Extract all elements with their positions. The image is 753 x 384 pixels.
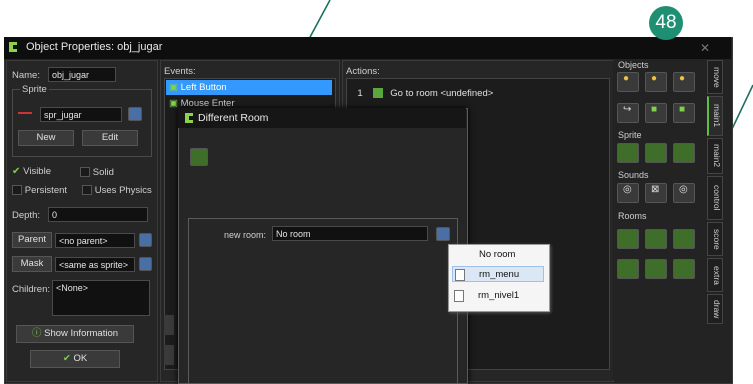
stop-sound-icon[interactable]: ⊠ <box>645 183 667 203</box>
dialog-arguments-box <box>188 218 458 384</box>
parent-button[interactable]: Parent <box>12 232 52 248</box>
gamemaker-logo-icon <box>185 113 193 123</box>
depth-field[interactable]: 0 <box>48 207 148 222</box>
ok-button[interactable]: ✔ OK <box>30 350 120 368</box>
name-field[interactable]: obj_jugar <box>48 67 116 82</box>
info-icon: ⓘ <box>31 328 42 339</box>
create-moving-icon[interactable]: ● <box>645 72 667 92</box>
next-room-icon[interactable] <box>645 229 667 249</box>
tab-main2[interactable]: main2 <box>707 138 723 174</box>
new-room-label: new room: <box>224 230 267 240</box>
dropdown-item-no-room[interactable]: No room <box>479 249 515 260</box>
solid-checkbox[interactable]: Solid <box>80 167 114 178</box>
sprite-browse-icon[interactable] <box>128 107 142 121</box>
sprite-group <box>12 89 152 157</box>
sprite-section-label: Sprite <box>618 130 642 140</box>
event-item-left-button[interactable]: ▣ Left Button <box>166 80 332 95</box>
mask-button[interactable]: Mask <box>12 256 52 272</box>
action-row[interactable]: 1 Go to room <undefined> <box>350 86 600 102</box>
change-instance-icon[interactable]: ↪ <box>617 103 639 123</box>
dialog-title-bar: Different Room <box>178 108 466 128</box>
mouse-icon: ▣ <box>169 82 178 93</box>
depth-label: Depth: <box>12 210 40 221</box>
destroy-at-position-icon[interactable]: ■ <box>673 103 695 123</box>
destroy-instance-icon[interactable]: ■ <box>645 103 667 123</box>
event-item-mouse-enter[interactable]: ▣ Mouse Enter <box>166 96 332 108</box>
create-instance-icon[interactable]: ● <box>617 72 639 92</box>
check-next-room-icon[interactable] <box>673 259 695 279</box>
edit-sprite-button[interactable]: Edit <box>82 130 138 146</box>
tab-move[interactable]: move <box>707 60 723 94</box>
checkmark-icon: ✔ <box>62 353 71 364</box>
window-title: Object Properties: obj_jugar <box>26 41 163 53</box>
event-scroll-stub <box>164 315 174 335</box>
play-sound-icon[interactable]: ◎ <box>617 183 639 203</box>
check-previous-room-icon[interactable] <box>645 259 667 279</box>
sprite-field[interactable]: spr_jugar <box>40 107 122 122</box>
sprite-preview-icon <box>18 112 34 116</box>
room-icon <box>372 88 383 99</box>
parent-browse-icon[interactable] <box>139 233 152 247</box>
tab-score[interactable]: score <box>707 222 723 256</box>
room-file-icon <box>455 269 465 281</box>
mouse-icon: ▣ <box>169 98 178 108</box>
dropdown-item-rm-nivel1[interactable]: rm_nivel1 <box>452 288 544 304</box>
mask-field[interactable]: <same as sprite> <box>55 257 135 272</box>
dialog-title: Different Room <box>198 112 269 124</box>
checkmark-icon: ✔ <box>12 166 21 177</box>
tab-draw[interactable]: draw <box>707 294 723 324</box>
title-bar: Object Properties: obj_jugar <box>4 37 731 59</box>
uses-physics-checkbox[interactable]: Uses Physics <box>82 185 152 196</box>
previous-room-icon[interactable] <box>617 229 639 249</box>
parent-field[interactable]: <no parent> <box>55 233 135 248</box>
room-file-icon <box>454 290 464 302</box>
transform-sprite-icon[interactable] <box>645 143 667 163</box>
step-badge: 48 <box>649 6 683 40</box>
rooms-section-label: Rooms <box>618 211 647 221</box>
room-action-icon <box>190 148 208 166</box>
events-header: Events: <box>164 66 196 77</box>
tab-control[interactable]: control <box>707 176 723 220</box>
restart-room-icon[interactable] <box>673 229 695 249</box>
color-sprite-icon[interactable] <box>673 143 695 163</box>
persistent-checkbox[interactable]: Persistent <box>12 185 67 196</box>
tab-extra[interactable]: extra <box>707 258 723 292</box>
check-sound-icon[interactable]: ◎ <box>673 183 695 203</box>
change-sprite-icon[interactable] <box>617 143 639 163</box>
name-label: Name: <box>12 70 40 81</box>
visible-checkbox[interactable]: ✔ Visible <box>12 166 51 177</box>
tab-main1[interactable]: main1 <box>707 96 723 136</box>
children-list[interactable]: <None> <box>52 280 150 316</box>
mask-browse-icon[interactable] <box>139 257 152 271</box>
children-label: Children: <box>12 284 51 295</box>
close-icon[interactable]: ✕ <box>700 41 710 55</box>
new-room-field[interactable]: No room <box>272 226 428 241</box>
gamemaker-logo-icon <box>9 42 17 52</box>
dropdown-item-rm-menu[interactable]: rm_menu <box>452 266 544 282</box>
actions-header: Actions: <box>346 66 380 77</box>
objects-section-label: Objects <box>618 60 649 70</box>
create-random-icon[interactable]: ● <box>673 72 695 92</box>
show-information-button[interactable]: ⓘ Show Information <box>16 325 134 343</box>
event-scroll-stub-2 <box>164 345 174 365</box>
sprite-group-label: Sprite <box>20 84 49 95</box>
room-browse-icon[interactable] <box>436 227 450 241</box>
new-sprite-button[interactable]: New <box>18 130 74 146</box>
sounds-section-label: Sounds <box>618 170 649 180</box>
different-room-icon[interactable] <box>617 259 639 279</box>
